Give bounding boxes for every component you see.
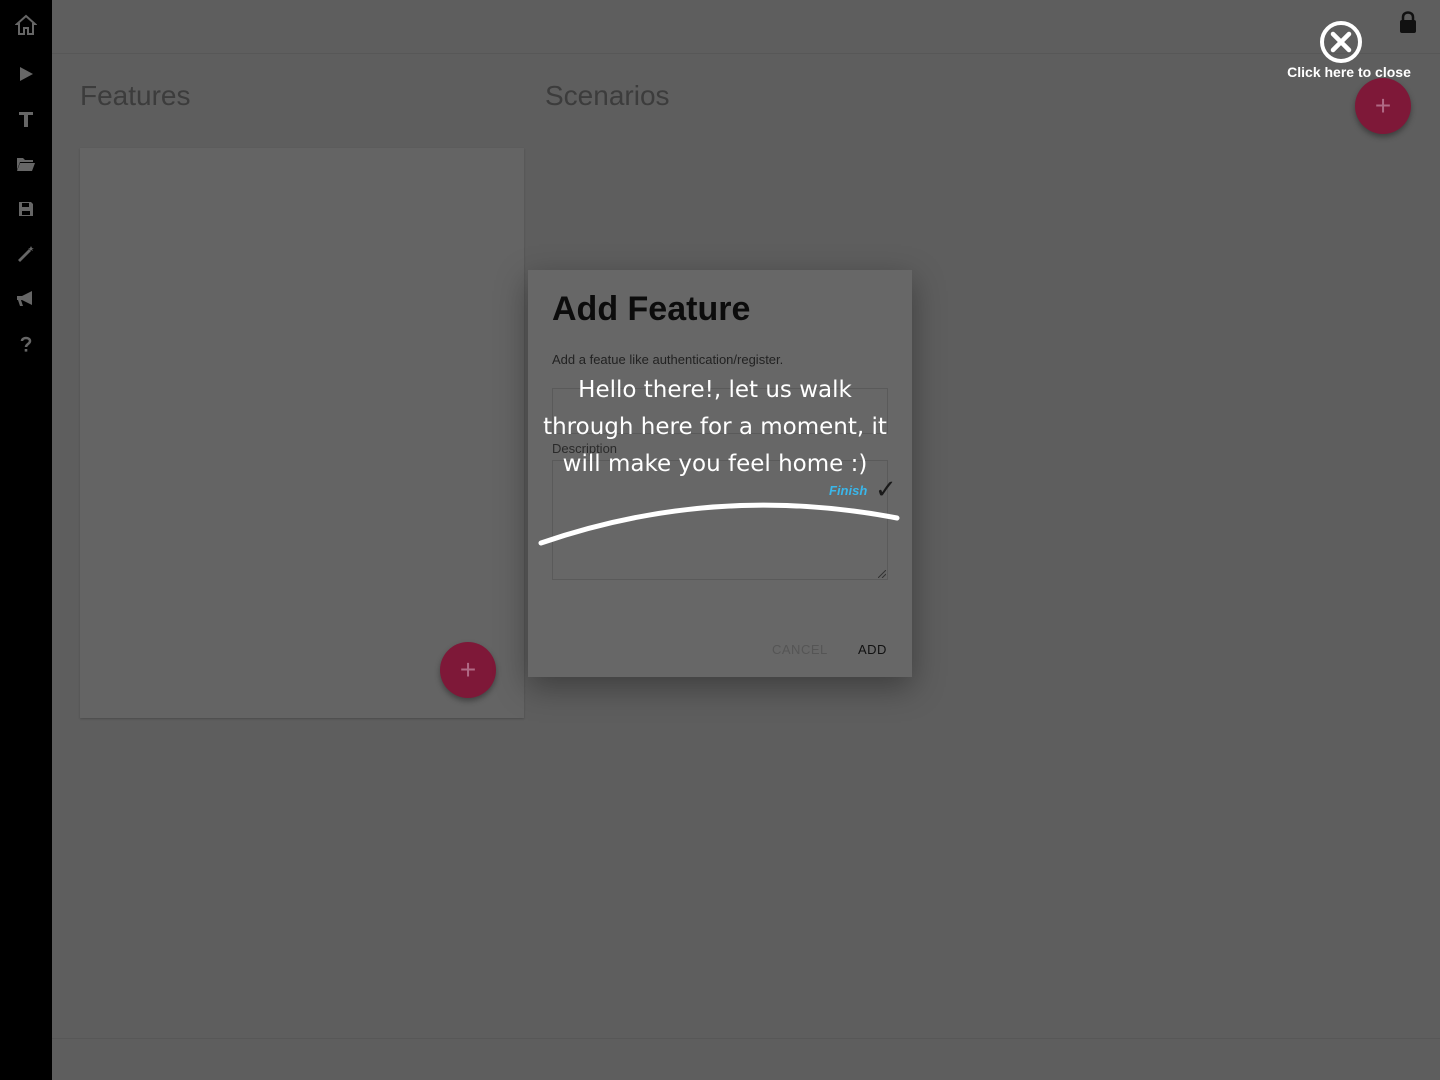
tour-finish-link[interactable]: Finish bbox=[829, 483, 867, 498]
tour-close-icon[interactable] bbox=[1318, 19, 1364, 65]
tour-close-hint[interactable]: Click here to close bbox=[1276, 64, 1422, 80]
features-list-card bbox=[80, 148, 524, 718]
sidebar-item-save[interactable] bbox=[0, 189, 52, 229]
folder-icon bbox=[17, 158, 35, 171]
dialog-title: Add Feature bbox=[552, 290, 751, 328]
sidebar bbox=[0, 0, 52, 1080]
sidebar-item-open[interactable] bbox=[0, 144, 52, 184]
scenarios-heading: Scenarios bbox=[545, 80, 670, 111]
sidebar-item-home[interactable] bbox=[0, 5, 52, 45]
sidebar-item-wand[interactable] bbox=[0, 234, 52, 274]
features-heading: Features bbox=[80, 80, 191, 111]
cancel-button[interactable]: CANCEL bbox=[772, 642, 828, 657]
bottom-bar bbox=[52, 1038, 1440, 1080]
resize-handle-icon[interactable] bbox=[878, 570, 886, 578]
sidebar-item-run[interactable] bbox=[0, 54, 52, 94]
magic-wand-icon bbox=[18, 246, 34, 262]
play-icon bbox=[20, 67, 33, 81]
upload-icon bbox=[19, 112, 33, 127]
add-scenario-button[interactable]: + bbox=[1355, 78, 1411, 134]
sidebar-item-announce[interactable] bbox=[0, 279, 52, 319]
megaphone-icon bbox=[17, 291, 32, 306]
add-feature-button[interactable]: + bbox=[440, 642, 496, 698]
sidebar-item-help[interactable] bbox=[0, 324, 52, 364]
lock-icon[interactable] bbox=[1398, 10, 1418, 39]
tour-curve-decoration bbox=[538, 502, 900, 546]
top-bar bbox=[52, 0, 1440, 54]
home-icon bbox=[15, 14, 37, 35]
sidebar-item-upload[interactable] bbox=[0, 99, 52, 139]
add-button[interactable]: ADD bbox=[858, 642, 887, 657]
tour-message: Hello there!, let us walk through here f… bbox=[543, 377, 887, 477]
save-icon bbox=[19, 202, 33, 216]
dialog-subtitle: Add a featue like authentication/registe… bbox=[552, 352, 784, 367]
question-icon bbox=[20, 336, 32, 352]
